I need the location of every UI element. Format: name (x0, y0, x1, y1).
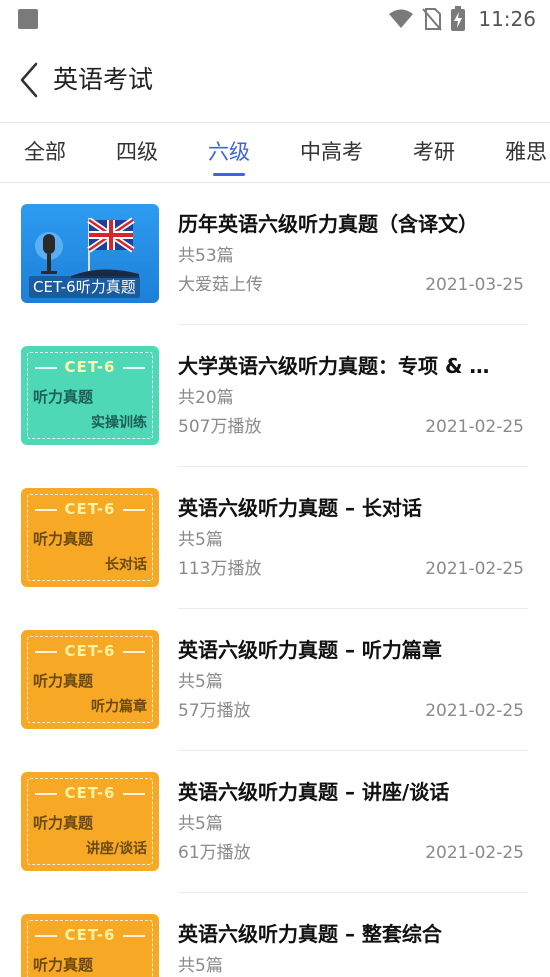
tab-ielts[interactable]: 雅思 (505, 137, 547, 167)
item-count: 共53篇 (178, 246, 234, 266)
back-button[interactable] (16, 60, 46, 100)
no-sim-icon (422, 8, 443, 31)
item-count: 共20篇 (178, 388, 234, 408)
app-header: 英语考试 (0, 38, 550, 122)
status-icons: 11:26 (388, 5, 536, 33)
back-arrow-icon (20, 62, 38, 98)
cover-cet-label: CET-6 (64, 642, 116, 660)
cover-line2: 长对话 (105, 557, 147, 573)
list-item[interactable]: CET-6听力真题 历年英语六级听力真题（含译文） 共53篇 大爱菇上传 202… (0, 183, 550, 325)
cover-line2: 讲座/谈话 (85, 841, 147, 857)
album-cover: CET-6 听力真题 听力篇章 (21, 630, 159, 729)
list-item[interactable]: CET-6 听力真题 实操训练 大学英语六级听力真题：专项 & … 共20篇 5… (0, 325, 550, 467)
cover-line2: 听力篇章 (91, 699, 147, 715)
album-cover: CET-6 听力真题 长对话 (21, 488, 159, 587)
cover-cet-label: CET-6 (64, 500, 116, 518)
item-plays: 507万播放 (178, 417, 262, 437)
cover-line1: 听力真题 (33, 814, 94, 832)
album-cover: CET-6听力真题 (21, 204, 159, 303)
cover-line1: 听力真题 (33, 530, 94, 548)
item-plays: 113万播放 (178, 559, 262, 579)
item-title: 英语六级听力真题 – 讲座/谈话 (178, 780, 450, 804)
page-title: 英语考试 (53, 65, 154, 94)
tab-kaoyan[interactable]: 考研 (413, 137, 455, 167)
list-item[interactable]: CET-6 听力真题 讲座/谈话 英语六级听力真题 – 讲座/谈话 共5篇 61… (0, 751, 550, 893)
category-tabs: 全部 四级 六级 中高考 考研 雅思 (0, 123, 550, 182)
item-date: 2021-02-25 (425, 417, 524, 437)
list-item[interactable]: CET-6 听力真题 英语六级听力真题 – 整套综合 共5篇 (0, 893, 550, 977)
tab-zhonggaokao[interactable]: 中高考 (300, 137, 363, 167)
item-plays: 57万播放 (178, 701, 251, 721)
cover-line2: 实操训练 (91, 415, 147, 431)
cover-cet-label: CET-6 (64, 784, 116, 802)
list-item[interactable]: CET-6 听力真题 听力篇章 英语六级听力真题 – 听力篇章 共5篇 57万播… (0, 609, 550, 751)
item-count: 共5篇 (178, 956, 223, 976)
list-item[interactable]: CET-6 听力真题 长对话 英语六级听力真题 – 长对话 共5篇 113万播放… (0, 467, 550, 609)
cover-line1: 听力真题 (33, 672, 94, 690)
active-tab-indicator (213, 173, 245, 176)
item-plays: 61万播放 (178, 843, 251, 863)
cover-caption: CET-6听力真题 (29, 276, 140, 298)
item-count: 共5篇 (178, 672, 223, 692)
tab-all[interactable]: 全部 (24, 137, 66, 167)
tab-cet4[interactable]: 四级 (116, 137, 158, 167)
battery-charging-icon (451, 6, 466, 31)
album-cover: CET-6 听力真题 实操训练 (21, 346, 159, 445)
cover-line1: 听力真题 (33, 956, 94, 974)
item-date: 2021-02-25 (425, 843, 524, 863)
cover-cet-label: CET-6 (64, 926, 116, 944)
album-cover: CET-6 听力真题 (21, 914, 159, 977)
tab-cet6[interactable]: 六级 (208, 137, 250, 167)
item-date: 2021-03-25 (425, 275, 524, 295)
item-title: 大学英语六级听力真题：专项 & … (178, 354, 490, 378)
item-date: 2021-02-25 (425, 701, 524, 721)
item-title: 历年英语六级听力真题（含译文） (178, 212, 478, 236)
cover-cet-label: CET-6 (64, 358, 116, 376)
item-title: 英语六级听力真题 – 整套综合 (178, 922, 442, 946)
album-cover: CET-6 听力真题 讲座/谈话 (21, 772, 159, 871)
item-count: 共5篇 (178, 814, 223, 834)
status-bar: 11:26 (0, 0, 550, 38)
item-uploader: 大爱菇上传 (178, 275, 263, 295)
wifi-icon (389, 9, 414, 28)
item-title: 英语六级听力真题 – 听力篇章 (178, 638, 442, 662)
status-time: 11:26 (478, 7, 536, 31)
cover-line1: 听力真题 (33, 388, 94, 406)
item-date: 2021-02-25 (425, 559, 524, 579)
item-count: 共5篇 (178, 530, 223, 550)
item-title: 英语六级听力真题 – 长对话 (178, 496, 422, 520)
notification-square-icon (18, 9, 38, 29)
